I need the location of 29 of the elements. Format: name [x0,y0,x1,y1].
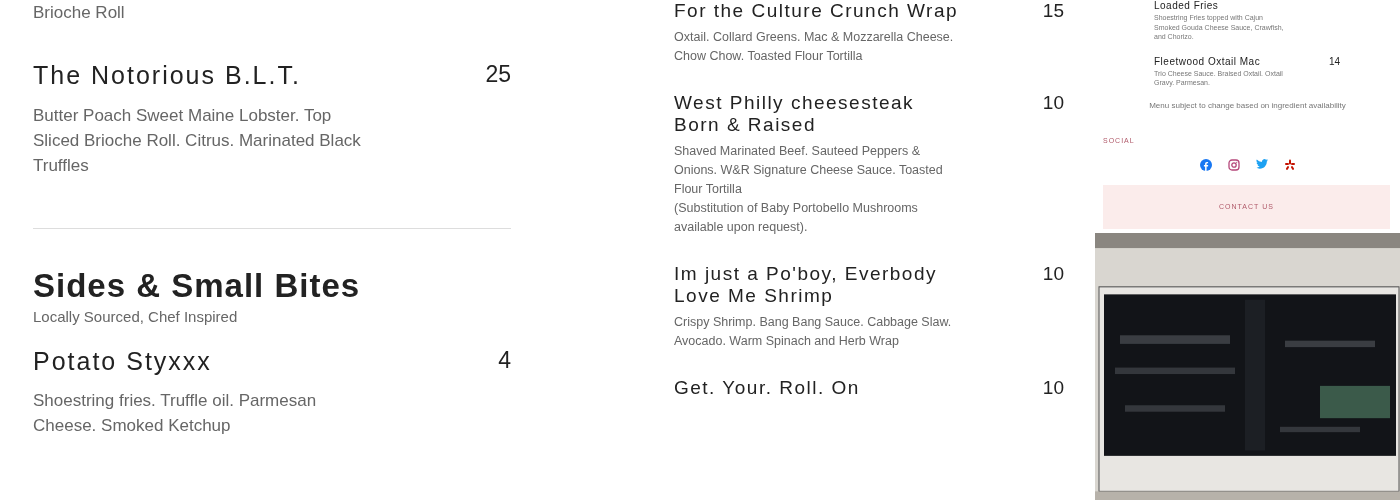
yelp-icon[interactable] [1283,159,1296,171]
item-name: Get. Your. Roll. On [674,377,861,399]
item-description: Shaved Marinated Beef. Sauteed Peppers & Onions. W&R Signature Cheese Sauce. Toasted Flour Tortilla [674,143,944,198]
item-price: 15 [1042,0,1064,22]
item-name: Potato Styxxx [33,345,212,377]
item-name: Loaded Fries [1154,0,1219,12]
twitter-icon[interactable] [1255,159,1268,169]
item-name: The Notorious B.L.T. [33,60,301,91]
item-name: Fleetwood Oxtail Mac [1154,55,1261,68]
menu-note: Menu subject to change based on ingredient availability [1148,99,1347,112]
item-price: 10 [1042,377,1064,399]
item-price: 10 [1042,263,1064,285]
item-description: Crispy Shrimp. Bang Bang Sauce. Cabbage Slaw. Avocado. Warm Spinach and Herb Wrap [674,314,953,350]
item-price: 10 [1042,92,1064,114]
item-description: (Substitution of Baby Portobello Mushrooms available upon request). [674,200,919,236]
item-name: West Philly cheesesteak Born & Raised [674,92,916,136]
facebook-icon[interactable] [1199,159,1212,171]
section-title: Sides & Small Bites [33,266,362,305]
item-name: Im just a Po'boy, Everbody Love Me Shrimp [674,263,938,307]
item-description: Brioche Roll [33,2,126,24]
instagram-icon[interactable] [1227,159,1240,171]
item-price: 25 [485,60,511,89]
item-description: Shoestring fries. Truffle oil. Parmesan Cheese. Smoked Ketchup [33,390,318,437]
item-price: 14 [1328,55,1340,68]
section-subtitle: Locally Sourced, Chef Inspired [33,306,239,327]
item-name: For the Culture Crunch Wrap [674,0,959,22]
item-description: Butter Poach Sweet Maine Lobster. Top Sliced Brioche Roll. Citrus. Marinated Black Truffles [33,104,362,177]
item-description: Oxtail. Collard Greens. Mac & Mozzarella Cheese. Chow Chow. Toasted Flour Tortilla [674,29,955,65]
item-price: 4 [498,345,511,375]
